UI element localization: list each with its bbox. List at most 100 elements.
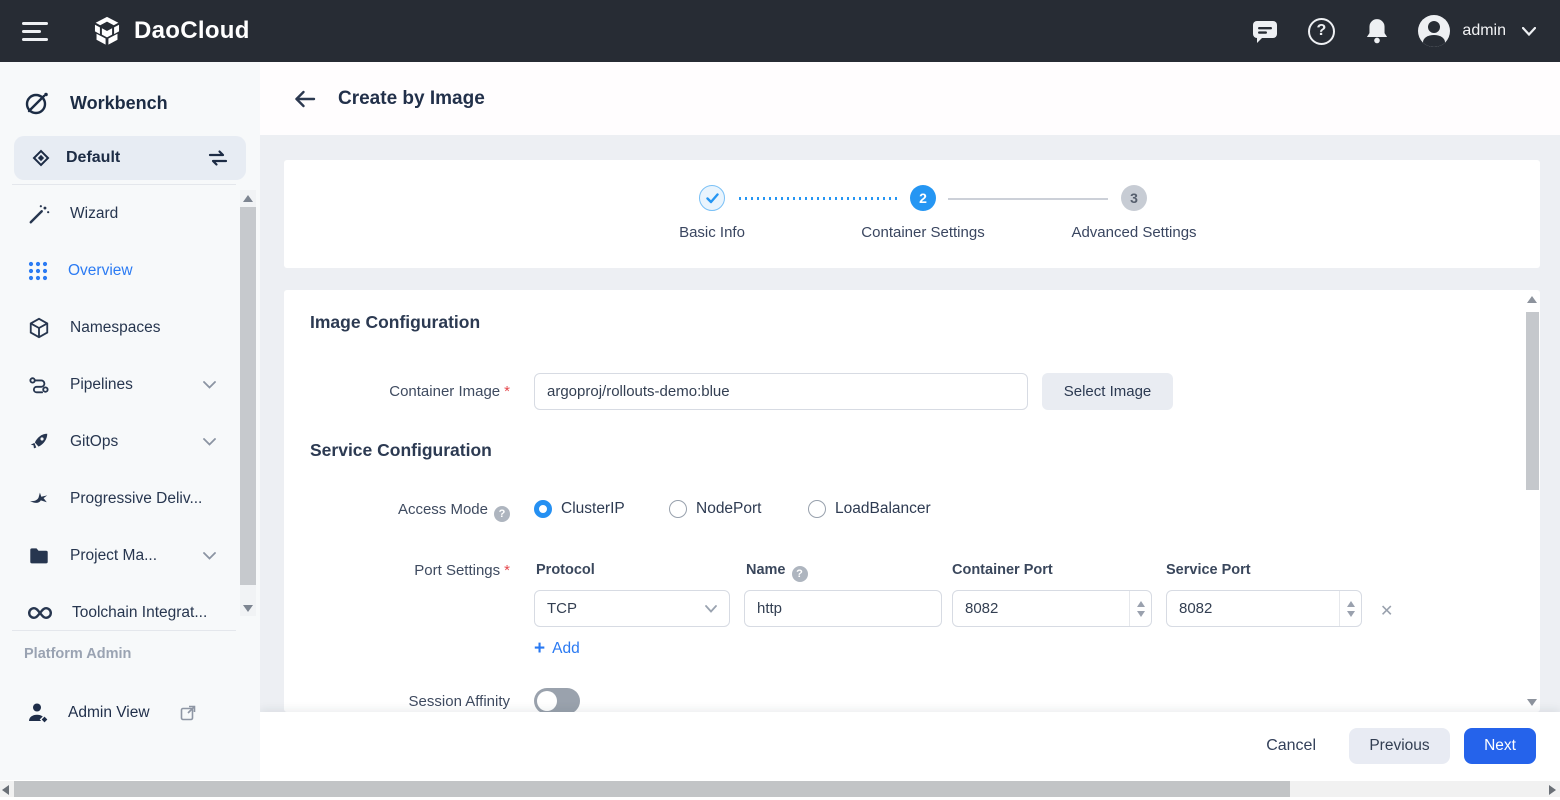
help-tooltip-icon[interactable] <box>494 506 510 522</box>
sidebar-item-wizard[interactable]: Wizard <box>0 185 240 242</box>
sidebar-item-pipelines[interactable]: Pipelines <box>0 356 240 413</box>
rocket-icon <box>28 431 50 453</box>
sidebar-item-overview[interactable]: Overview <box>0 242 240 299</box>
port-name-input[interactable] <box>744 590 942 627</box>
step-connector-done <box>739 197 897 200</box>
protocol-value: TCP <box>547 600 577 617</box>
radio-loadbalancer[interactable]: LoadBalancer <box>808 500 931 518</box>
notifications-bell-icon[interactable] <box>1362 16 1392 46</box>
step-2-marker: 2 <box>910 185 936 211</box>
radio-nodeport[interactable]: NodePort <box>669 500 761 518</box>
service-configuration-title: Service Configuration <box>310 440 492 461</box>
session-affinity-toggle[interactable] <box>534 688 580 712</box>
scroll-left-arrow[interactable] <box>2 785 9 795</box>
brand-name: DaoCloud <box>134 17 250 45</box>
container-port-input[interactable] <box>952 590 1152 627</box>
service-port-stepper[interactable] <box>1339 591 1361 626</box>
brand-logo[interactable]: DaoCloud <box>90 14 250 48</box>
scroll-up-arrow[interactable] <box>240 190 256 206</box>
user-avatar[interactable] <box>1418 15 1450 47</box>
page-horizontal-scrollbar[interactable] <box>0 780 1560 800</box>
container-port-stepper[interactable] <box>1129 591 1151 626</box>
step-2-label: Container Settings <box>861 224 984 241</box>
workspace-selector[interactable]: Default <box>14 136 246 180</box>
wand-icon <box>28 203 50 225</box>
sidebar-item-label: GitOps <box>70 433 118 451</box>
sidebar-item-label: Progressive Deliv... <box>70 490 202 508</box>
switch-workspace-icon[interactable] <box>206 148 230 168</box>
messages-icon[interactable] <box>1250 16 1280 46</box>
chevron-down-icon[interactable] <box>203 438 216 446</box>
workspace-name: Default <box>66 149 120 167</box>
previous-button[interactable]: Previous <box>1349 728 1450 764</box>
container-settings-form: Image Configuration Container Image* Sel… <box>284 290 1540 712</box>
hamburger-menu-icon[interactable] <box>22 17 48 46</box>
page-title: Create by Image <box>338 88 485 110</box>
pipeline-icon <box>28 374 50 396</box>
scroll-right-arrow[interactable] <box>1549 785 1556 795</box>
service-port-column-header: Service Port <box>1166 562 1251 578</box>
sidebar-item-toolchain-integration[interactable]: Toolchain Integrat... <box>0 584 240 641</box>
folder-icon <box>28 545 50 567</box>
sidebar-item-label: Wizard <box>70 205 118 223</box>
protocol-column-header: Protocol <box>536 562 595 578</box>
remove-port-row-icon[interactable] <box>1380 600 1393 620</box>
sidebar-item-namespaces[interactable]: Namespaces <box>0 299 240 356</box>
help-icon[interactable] <box>1306 16 1336 46</box>
access-mode-label: Access Mode <box>284 501 510 522</box>
radio-clusterip[interactable]: ClusterIP <box>534 500 625 518</box>
container-image-input[interactable] <box>534 373 1028 410</box>
sidebar-item-label: Toolchain Integrat... <box>72 604 207 622</box>
sidebar-item-progressive-delivery[interactable]: Progressive Deliv... <box>0 470 240 527</box>
scroll-up-arrow[interactable] <box>1527 296 1537 303</box>
daocloud-logo-icon <box>90 14 124 48</box>
protocol-select[interactable]: TCP <box>534 590 730 627</box>
chevron-down-icon[interactable] <box>203 381 216 389</box>
chevron-down-icon[interactable] <box>203 552 216 560</box>
sidebar-item-label: Pipelines <box>70 376 133 394</box>
required-asterisk: * <box>504 383 510 400</box>
back-arrow-icon[interactable] <box>294 90 316 108</box>
form-scrollbar[interactable] <box>1525 290 1540 712</box>
user-menu-chevron-down-icon[interactable] <box>1522 27 1536 36</box>
grid-dots-icon <box>28 261 48 281</box>
next-button[interactable]: Next <box>1464 728 1536 764</box>
add-port-button[interactable]: Add <box>534 639 580 658</box>
cancel-button[interactable]: Cancel <box>1266 737 1316 755</box>
horizontal-scrollbar-track[interactable] <box>0 781 1560 797</box>
scroll-down-arrow[interactable] <box>240 600 256 616</box>
main-content: Create by Image 2 3 Basic Info Container… <box>260 62 1560 780</box>
service-port-input[interactable] <box>1166 590 1362 627</box>
page-header: Create by Image <box>260 62 1560 135</box>
radio-unselected-icon[interactable] <box>808 500 826 518</box>
cube-icon <box>28 317 50 339</box>
help-tooltip-icon[interactable] <box>792 566 808 582</box>
form-scrollbar-thumb[interactable] <box>1526 312 1539 490</box>
step-3-marker: 3 <box>1121 185 1147 211</box>
radio-unselected-icon[interactable] <box>669 500 687 518</box>
image-configuration-title: Image Configuration <box>310 312 480 333</box>
step-3-label: Advanced Settings <box>1071 224 1196 241</box>
step-1-label: Basic Info <box>679 224 745 241</box>
sidebar-item-label: Admin View <box>68 704 150 722</box>
session-affinity-label: Session Affinity <box>284 693 510 710</box>
username: admin <box>1462 22 1506 40</box>
sidebar-item-admin-view[interactable]: Admin View <box>0 690 240 736</box>
sidebar-menu: Wizard Overview <box>0 185 240 641</box>
sidebar-item-gitops[interactable]: GitOps <box>0 413 240 470</box>
sidebar-item-label: Overview <box>68 262 133 280</box>
radio-selected-icon[interactable] <box>534 500 552 518</box>
stepper: 2 3 Basic Info Container Settings Advanc… <box>284 160 1540 268</box>
chevron-down-icon <box>705 605 717 613</box>
sidebar-scrollbar[interactable] <box>240 190 256 616</box>
select-image-button[interactable]: Select Image <box>1042 373 1173 410</box>
container-image-label: Container Image* <box>284 383 510 400</box>
platform-admin-section-label: Platform Admin <box>24 646 131 662</box>
horizontal-scrollbar-thumb[interactable] <box>14 781 1290 797</box>
scroll-down-arrow[interactable] <box>1527 699 1537 706</box>
sidebar-item-project-management[interactable]: Project Ma... <box>0 527 240 584</box>
plus-icon <box>534 639 545 658</box>
bird-icon <box>28 488 50 510</box>
port-settings-label: Port Settings* <box>284 562 510 579</box>
sidebar-scrollbar-thumb[interactable] <box>240 207 256 585</box>
